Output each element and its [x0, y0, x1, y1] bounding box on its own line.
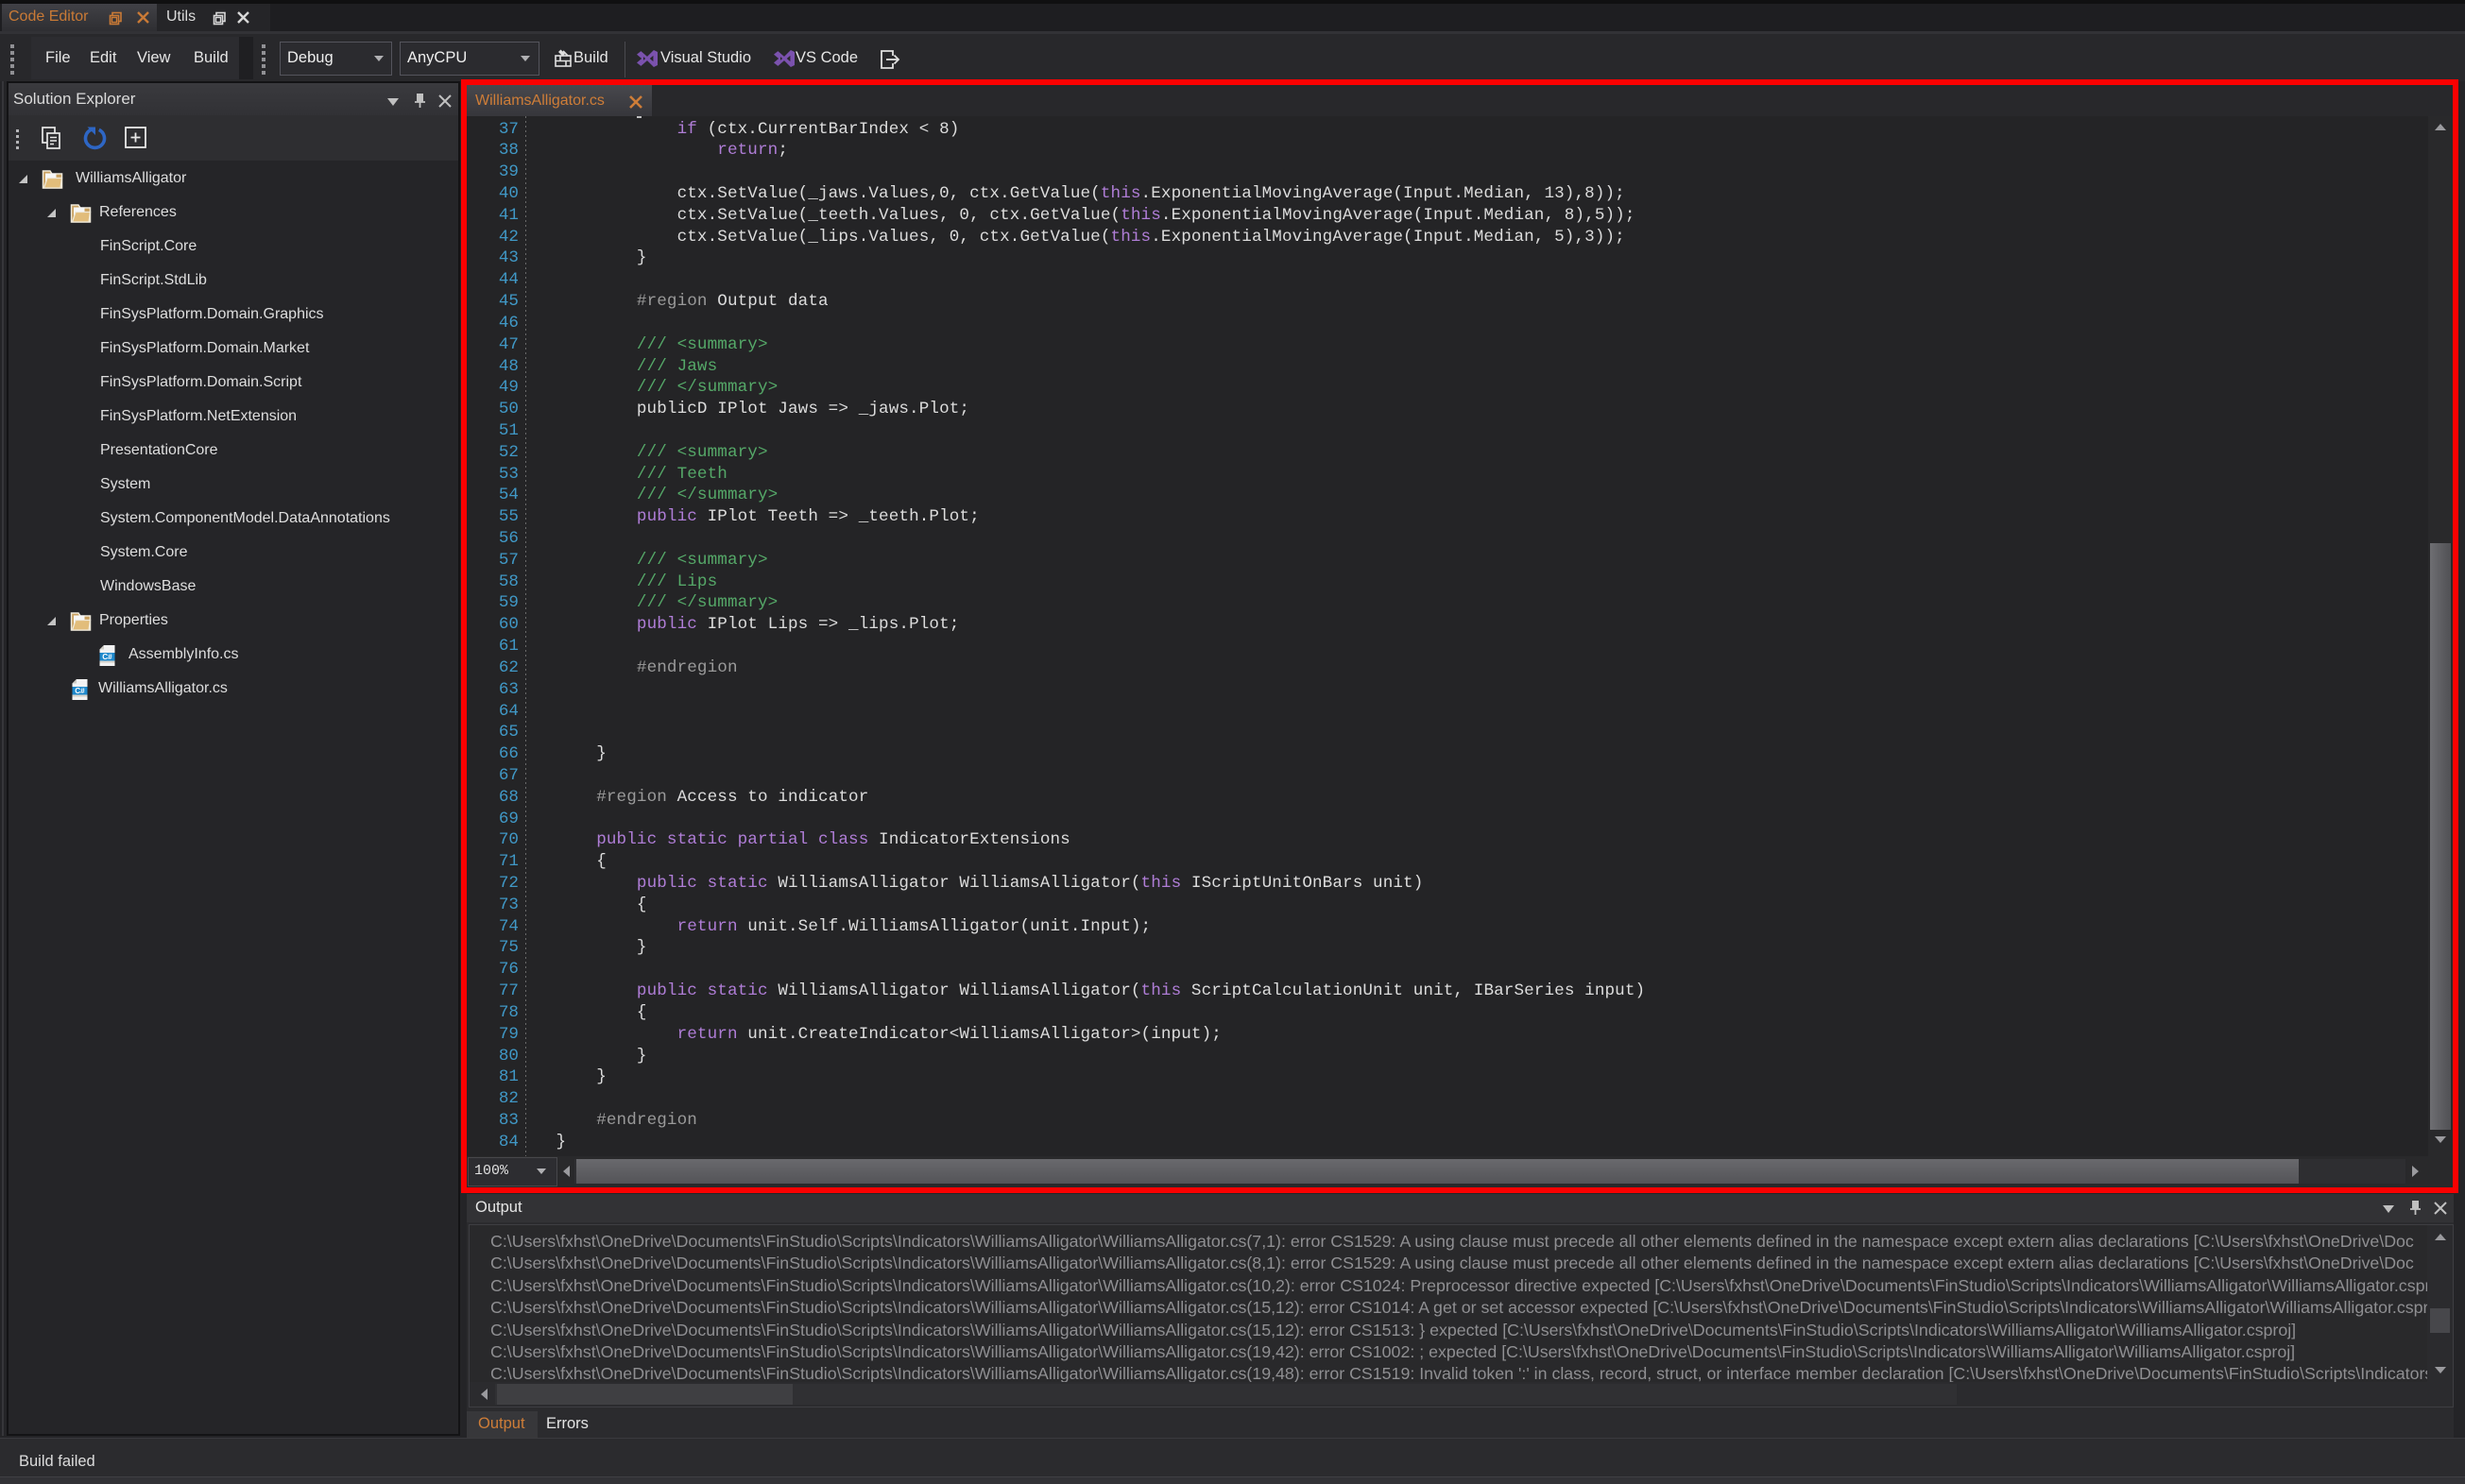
svg-text:C#: C# — [102, 653, 112, 661]
svg-text:C#: C# — [75, 687, 85, 695]
